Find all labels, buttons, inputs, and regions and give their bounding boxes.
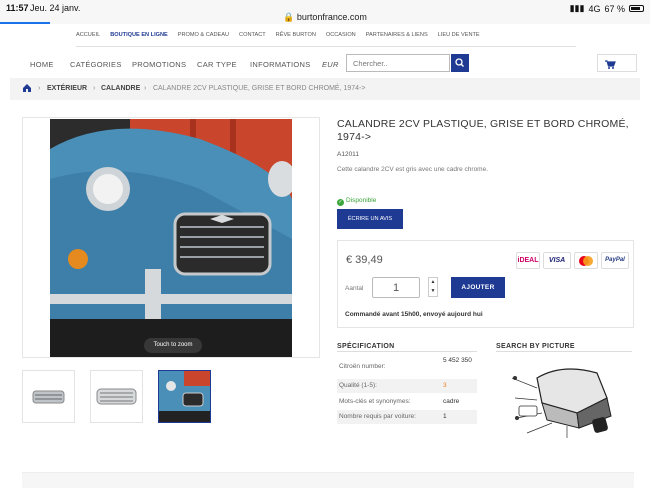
car-photo [50,119,292,357]
product-description: Cette calandre 2CV est gris avec une cad… [337,166,489,173]
divider [337,351,477,352]
spec-row: Nombre requis par voiture: 1 [337,410,477,424]
ideal-icon: iDEAL [516,252,540,269]
nav-car-type[interactable]: CAR TYPE [197,60,237,69]
spec-key: Qualité (1-5): [339,382,377,389]
search-icon [455,58,464,67]
battery-percent: 67 % [604,3,625,14]
spec-value: 5 452 350 [443,357,472,364]
nav-promotions[interactable]: PROMOTIONS [132,60,186,69]
quantity-input[interactable]: 1 [372,277,420,298]
cart-icon [605,60,616,69]
write-review-button[interactable]: ÉCRIRE UN AVIS [337,209,403,229]
spec-row: Qualité (1-5): 3 [337,379,477,393]
car-thumbnail-image [159,371,210,422]
ios-status-bar: 11:57 Jeu. 24 janv. 🔒 burtonfrance.com ▮… [0,0,650,24]
check-icon: ✓ [337,199,344,206]
url-text: burtonfrance.com [296,12,367,22]
buy-box: € 39,49 iDEAL VISA PayPal Aantal 1 ▲ ▼ A… [337,240,634,328]
quantity-stepper[interactable]: ▲ ▼ [428,277,438,297]
footer-area [22,472,634,488]
thumbnail-1[interactable] [22,370,75,423]
page-load-progress [0,22,50,24]
breadcrumb-exterieur[interactable]: EXTÉRIEUR [47,85,87,92]
specification-title: SPÉCIFICATION [337,343,395,350]
toplink-contact[interactable]: CONTACT [239,32,266,38]
order-note: Commandé avant 15h00, envoyé aujourd hui [345,311,483,318]
search-input[interactable]: Chercher.. [346,54,450,72]
chevron-down-icon[interactable]: ▼ [429,287,437,296]
search-button[interactable] [451,54,469,72]
divider [496,351,632,352]
toplink-reve-burton[interactable]: RÊVE BURTON [276,32,316,38]
thumbnail-2[interactable] [90,370,143,423]
toplink-lieu-de-vente[interactable]: LIEU DE VENTE [438,32,480,38]
product-reference: A12011 [337,151,359,158]
spec-key: Nombre requis par voiture: [339,413,416,420]
toplink-accueil[interactable]: ACCUEIL [76,32,100,38]
spec-value: 3 [443,382,447,389]
stock-status: ✓ Disponible [337,197,376,206]
currency-selector[interactable]: EUR [322,60,339,69]
touch-to-zoom-hint: Touch to zoom [144,338,202,353]
product-title: CALANDRE 2CV PLASTIQUE, GRISE ET BORD CH… [337,118,629,143]
breadcrumb-current: CALANDRE 2CV PLASTIQUE, GRISE ET BORD CH… [153,85,366,92]
grille-thumbnail-image [96,388,137,405]
nav-categories[interactable]: CATÉGORIES [70,60,122,69]
top-links: ACCUEIL BOUTIQUE EN LIGNE PROMO & CADEAU… [76,32,480,38]
nav-home[interactable]: HOME [30,60,54,69]
stock-label: Disponible [346,197,377,204]
breadcrumb-calandre[interactable]: CALANDRE [101,85,140,92]
spec-key: Mots-clés et synonymes: [339,398,411,405]
address-bar[interactable]: 🔒 burtonfrance.com [0,12,650,23]
chevron-right-icon: › [38,85,41,92]
signal-icon: ▮▮▮ [569,3,585,13]
mastercard-icon [574,252,598,269]
lock-icon: 🔒 [283,12,295,22]
battery-icon [629,5,644,12]
grille-thumbnail-image [32,390,65,404]
toplink-occasion[interactable]: OCCASION [326,32,356,38]
spec-row: Citroën number: 5 452 350 [337,356,477,376]
quantity-label: Aantal [345,285,364,292]
toplink-partenaires[interactable]: PARTENAIRES & LIENS [366,32,428,38]
add-to-cart-button[interactable]: AJOUTER [451,277,505,298]
spec-row: Mots-clés et synonymes: cadre [337,395,477,409]
paypal-icon: PayPal [601,252,629,269]
spec-value: cadre [443,398,460,405]
spec-value: 1 [443,413,447,420]
cart-button[interactable] [597,54,637,72]
product-main-image[interactable]: Touch to zoom [22,117,320,358]
toplink-promo[interactable]: PROMO & CADEAU [178,32,229,38]
thumbnail-3[interactable] [158,370,211,423]
toplink-boutique[interactable]: BOUTIQUE EN LIGNE [110,32,168,38]
chevron-right-icon: › [93,85,96,92]
divider [76,46,576,47]
product-price: € 39,49 [346,254,383,266]
home-icon[interactable] [22,83,32,95]
chevron-up-icon[interactable]: ▲ [429,278,437,287]
network-label: 4G [588,3,601,14]
spec-key: Citroën number: [339,363,386,370]
chevron-right-icon: › [144,85,147,92]
search-by-picture-title: SEARCH BY PICTURE [496,343,575,350]
nav-informations[interactable]: INFORMATIONS [250,60,311,69]
breadcrumb: › EXTÉRIEUR › CALANDRE › CALANDRE 2CV PL… [10,78,640,100]
exploded-diagram-image[interactable] [507,358,615,442]
visa-icon: VISA [543,252,571,269]
